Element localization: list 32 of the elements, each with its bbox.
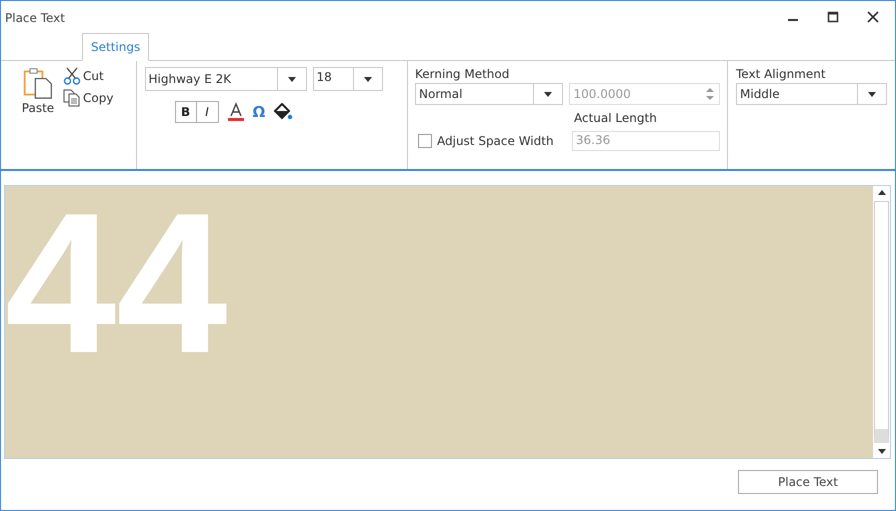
text-alignment-label: Text Alignment <box>736 67 827 83</box>
caret-icon <box>364 76 372 82</box>
tab[interactable]: Settings <box>82 33 150 61</box>
caret-icon <box>544 92 552 96</box>
size-dropdown[interactable]: 18 <box>312 67 383 91</box>
special-character-button[interactable]: Ω <box>252 103 266 121</box>
scissors-icon <box>63 67 81 85</box>
scroll-up-icon[interactable] <box>878 190 886 195</box>
italic-button[interactable]: I <box>196 101 219 123</box>
bold-button[interactable]: B <box>174 101 197 123</box>
fill-bucket-icon[interactable] <box>273 103 294 121</box>
close-icon[interactable] <box>867 11 879 23</box>
maximize-icon[interactable] <box>827 11 839 23</box>
copy-icon <box>63 89 81 107</box>
window-title: Place Text <box>5 11 65 25</box>
checkbox[interactable] <box>418 134 432 148</box>
caret-icon <box>868 92 876 96</box>
actual-length-label: Actual Length <box>574 111 658 127</box>
font-dropdown[interactable]: Highway E 2K <box>144 67 307 91</box>
alignment-dropdown[interactable]: Middle <box>736 83 887 105</box>
kerning-method-label: Kerning Method <box>415 67 510 83</box>
caret-icon <box>288 76 296 82</box>
adjust-space-width-checkbox[interactable]: Adjust Space Width <box>415 134 566 148</box>
paste-button[interactable]: Paste <box>21 67 55 115</box>
font-color-icon[interactable] <box>226 102 245 122</box>
scroll-down-icon[interactable] <box>878 449 886 454</box>
place-text-button[interactable]: Place Text <box>738 470 878 494</box>
cut-button[interactable]: Cut <box>63 67 114 85</box>
clipboard-icon <box>21 67 55 99</box>
preview-text: 44 <box>5 186 228 384</box>
copy-button[interactable]: Copy <box>63 89 114 107</box>
kerning-dropdown[interactable]: Normal <box>415 83 564 105</box>
